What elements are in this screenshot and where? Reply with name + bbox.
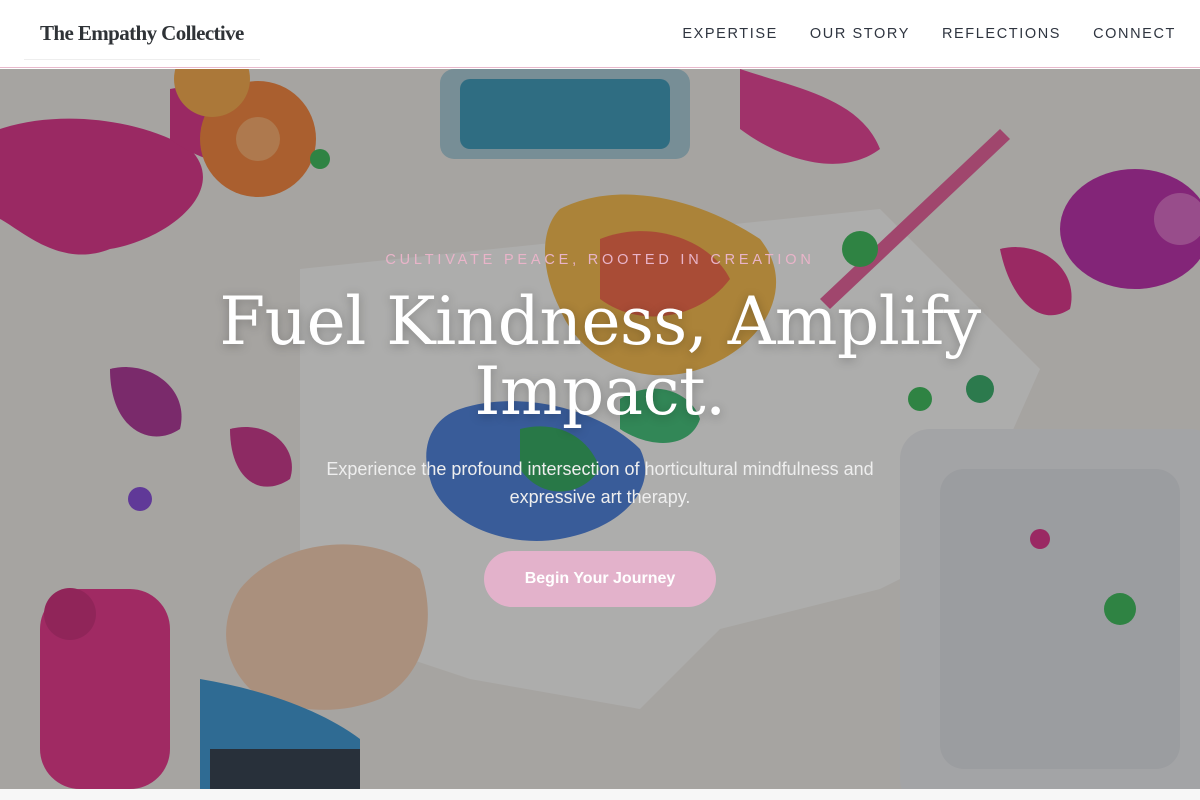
hero-headline: Fuel Kindness, Amplify Impact. bbox=[219, 283, 981, 430]
nav-link-connect[interactable]: CONNECT bbox=[1093, 26, 1176, 42]
nav-link-expertise[interactable]: EXPERTISE bbox=[682, 26, 778, 42]
nav-link-our-story[interactable]: OUR STORY bbox=[810, 26, 910, 42]
hero-subtext: Experience the profound intersection of … bbox=[326, 459, 874, 507]
nav-link-reflections[interactable]: REFLECTIONS bbox=[942, 26, 1061, 42]
top-navbar: The Empathy Collective EXPERTISE OUR STO… bbox=[0, 0, 1200, 68]
hero-section: CULTIVATE PEACE, ROOTED IN CREATION Fuel… bbox=[0, 69, 1200, 789]
begin-journey-button[interactable]: Begin Your Journey bbox=[484, 551, 716, 607]
next-section-edge bbox=[0, 789, 1200, 800]
hero-content: CULTIVATE PEACE, ROOTED IN CREATION Fuel… bbox=[0, 69, 1200, 789]
main-nav: EXPERTISE OUR STORY REFLECTIONS CONNECT bbox=[650, 26, 1176, 42]
brand-logo-container[interactable]: The Empathy Collective bbox=[24, 8, 260, 60]
hero-eyebrow: CULTIVATE PEACE, ROOTED IN CREATION bbox=[385, 252, 815, 268]
brand-logo[interactable]: The Empathy Collective bbox=[40, 21, 244, 46]
